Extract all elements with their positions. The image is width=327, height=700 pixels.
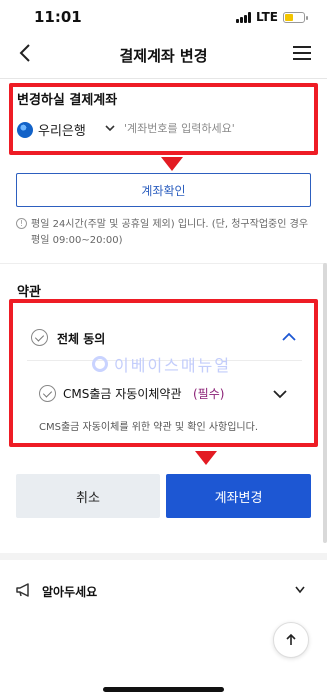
- scroll-to-top-button[interactable]: [273, 622, 309, 658]
- change-account-button[interactable]: 계좌변경: [166, 474, 311, 518]
- home-indicator: [103, 687, 224, 692]
- cms-term-check-icon[interactable]: [39, 385, 56, 402]
- cancel-button[interactable]: 취소: [16, 474, 160, 518]
- term-description: CMS출금 자동이체를 위한 약관 및 확인 사항입니다.: [39, 422, 259, 433]
- chevron-up-icon[interactable]: [281, 330, 297, 344]
- arrow-up-icon: [286, 633, 296, 645]
- chevron-down-icon[interactable]: [104, 122, 116, 134]
- hamburger-menu-icon[interactable]: [291, 42, 313, 64]
- chevron-down-icon[interactable]: [294, 585, 306, 595]
- bank-name: 우리은행: [38, 124, 86, 139]
- verify-account-button[interactable]: 계좌확인: [16, 173, 311, 207]
- account-section-label: 변경하실 결제계좌: [17, 93, 118, 108]
- status-time: 11:01: [34, 8, 82, 26]
- watermark-text: 이베이스매뉴얼: [114, 356, 232, 375]
- status-indicators: LTE: [235, 10, 308, 24]
- header: 결제계좌 변경: [0, 36, 327, 74]
- woori-bank-logo-icon: [17, 121, 33, 138]
- notice-text: 평일 24시간(주말 및 공휴일 제외) 입니다. (단, 청구작업중인 경우 …: [31, 219, 309, 246]
- battery-icon: [283, 11, 308, 23]
- info-row-label: 알아두세요: [42, 585, 98, 599]
- status-bar: 11:01 LTE: [0, 0, 327, 34]
- scrollbar[interactable]: [323, 263, 327, 543]
- info-icon: !: [16, 218, 27, 229]
- watermark: 이베이스매뉴얼: [92, 352, 231, 376]
- required-tag: (필수): [193, 387, 225, 401]
- page-title: 결제계좌 변경: [119, 47, 208, 65]
- bottom-divider: [0, 553, 327, 560]
- annotation-arrow: [195, 451, 217, 465]
- chevron-down-icon[interactable]: [272, 388, 288, 400]
- term-label[interactable]: CMS출금 자동이체약관: [63, 385, 182, 402]
- info-row[interactable]: 알아두세요: [0, 570, 327, 612]
- agree-all-check-icon[interactable]: [31, 329, 48, 346]
- bank-selector[interactable]: 우리은행: [17, 120, 86, 139]
- annotation-arrow: [161, 157, 183, 171]
- megaphone-icon: [16, 583, 29, 597]
- terms-heading: 약관: [17, 285, 41, 300]
- notice: ! 평일 24시간(주말 및 공휴일 제외) 입니다. (단, 청구작업중인 경…: [16, 217, 316, 249]
- account-number-input[interactable]: [124, 116, 304, 140]
- signal-icon: [235, 11, 251, 23]
- network-label: LTE: [255, 10, 278, 24]
- header-divider: [0, 78, 327, 79]
- agree-all-label[interactable]: 전체 동의: [57, 330, 105, 347]
- section-divider: [0, 263, 327, 264]
- watermark-logo-icon: [92, 356, 108, 372]
